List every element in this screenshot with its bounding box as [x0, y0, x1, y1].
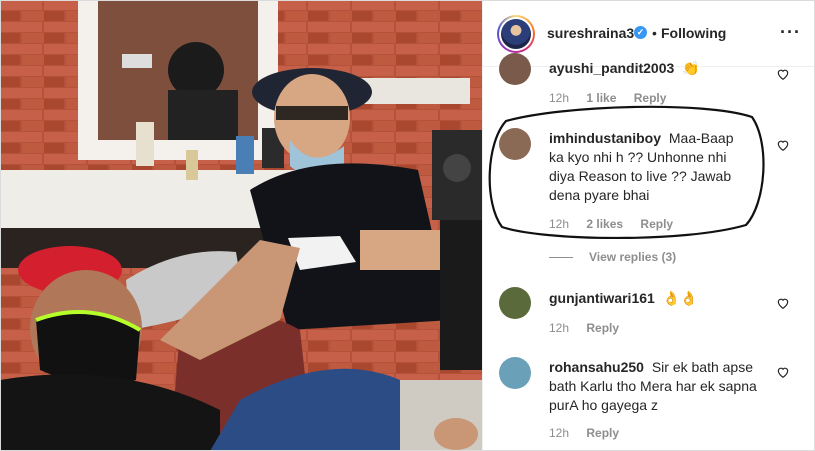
window-border: [0, 0, 815, 451]
